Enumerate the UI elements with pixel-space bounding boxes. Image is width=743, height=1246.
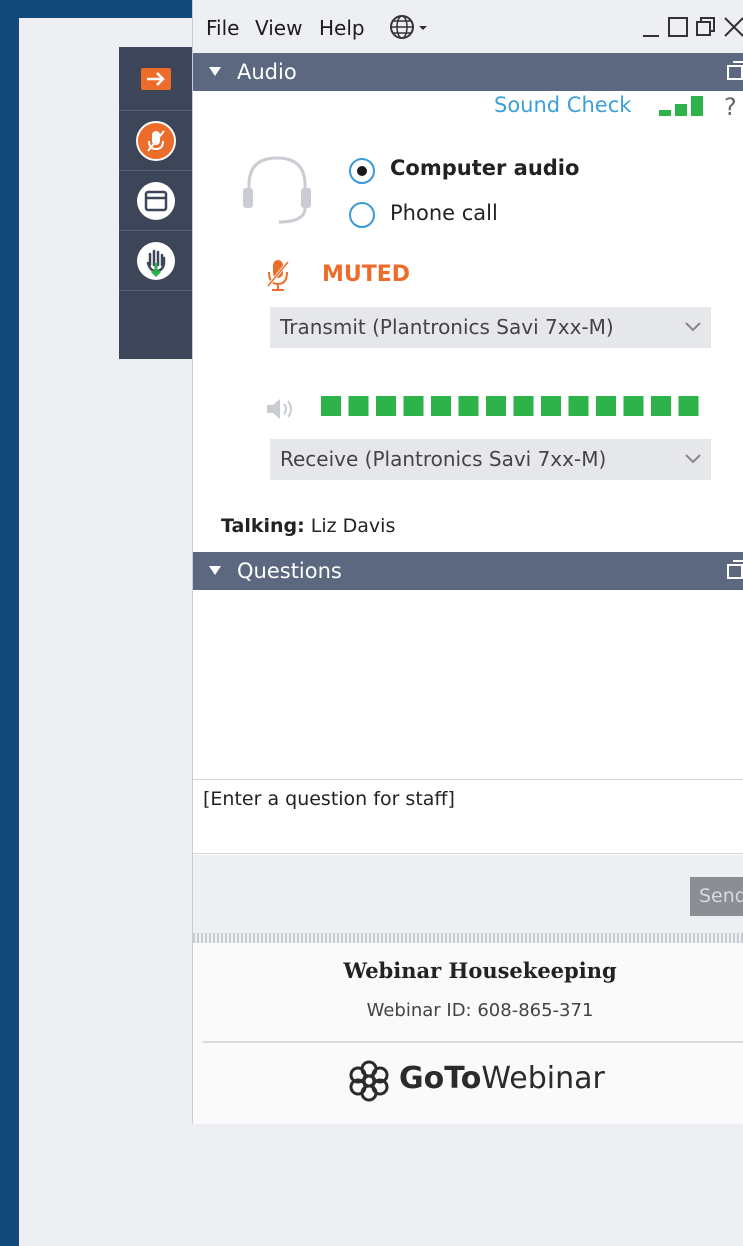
talking-name: Liz Davis xyxy=(310,515,396,537)
level-segment xyxy=(321,396,341,416)
gotowebinar-logo-icon xyxy=(349,1060,389,1102)
speaker-select[interactable]: Receive (Plantronics Savi 7xx-M) xyxy=(270,439,711,480)
collapse-panel-button[interactable] xyxy=(119,47,192,111)
phone-call-label[interactable]: Phone call xyxy=(390,201,498,225)
speaker-icon xyxy=(267,399,292,419)
arrow-right-icon xyxy=(140,67,171,90)
level-segment xyxy=(596,396,616,416)
microphone-select[interactable]: Transmit (Plantronics Savi 7xx-M) xyxy=(270,307,711,348)
send-button[interactable]: Send xyxy=(690,877,743,916)
menu-view[interactable]: View xyxy=(255,16,302,40)
signal-strength-icon xyxy=(659,96,703,116)
level-segment xyxy=(513,396,534,416)
questions-log xyxy=(193,590,743,778)
level-segment xyxy=(568,396,589,416)
sound-check-link[interactable]: Sound Check xyxy=(494,93,631,117)
control-toolbar xyxy=(119,47,192,359)
level-segment xyxy=(376,396,396,416)
resize-grip[interactable] xyxy=(193,933,743,943)
audio-help-button[interactable]: ? xyxy=(724,93,737,121)
questions-header-label: Questions xyxy=(237,559,342,583)
question-input[interactable]: [Enter a question for staff] xyxy=(193,779,743,854)
level-segment xyxy=(486,396,506,416)
raise-hand-button[interactable] xyxy=(119,231,192,291)
muted-mic-icon xyxy=(135,120,176,161)
close-icon[interactable] xyxy=(724,17,743,37)
chevron-down-icon xyxy=(685,454,701,464)
level-segment xyxy=(651,396,671,416)
talking-indicator: Talking: Liz Davis xyxy=(221,515,395,537)
footer-divider xyxy=(203,1041,743,1043)
brand-bold: GoTo xyxy=(399,1061,482,1096)
gotowebinar-wordmark: GoToWebinar xyxy=(399,1061,605,1096)
level-segment xyxy=(458,396,479,416)
muted-mic-icon[interactable] xyxy=(266,258,290,292)
screen-viewer-button[interactable] xyxy=(119,171,192,231)
webinar-id: Webinar ID: 608-865-371 xyxy=(366,1000,594,1021)
popout-icon[interactable] xyxy=(727,560,743,580)
mute-toggle-button[interactable] xyxy=(119,111,192,171)
menu-bar: File View Help xyxy=(193,0,743,53)
brand-light: Webinar xyxy=(481,1061,605,1096)
gotowebinar-control-panel: File View Help Audio Sound Check ? Compu… xyxy=(192,0,743,1124)
talking-label: Talking: xyxy=(221,515,305,537)
level-segment xyxy=(541,396,561,416)
window-controls xyxy=(643,17,743,37)
popout-icon[interactable] xyxy=(727,61,743,81)
collapse-triangle-icon xyxy=(209,67,221,76)
level-segment xyxy=(678,396,699,416)
menu-help[interactable]: Help xyxy=(319,16,365,40)
speaker-select-value: Receive (Plantronics Savi 7xx-M) xyxy=(280,447,607,471)
window-icon xyxy=(136,181,175,220)
computer-audio-label[interactable]: Computer audio xyxy=(390,156,579,180)
menu-file[interactable]: File xyxy=(206,16,239,40)
language-globe-icon[interactable] xyxy=(389,14,433,40)
chevron-down-icon xyxy=(685,322,701,332)
audio-header-label: Audio xyxy=(237,60,297,84)
mute-status-label: MUTED xyxy=(322,262,411,287)
restore-icon[interactable] xyxy=(696,17,715,36)
send-area xyxy=(193,855,743,933)
microphone-select-value: Transmit (Plantronics Savi 7xx-M) xyxy=(280,315,614,339)
audio-section-header[interactable]: Audio xyxy=(193,53,743,91)
speaker-level-meter xyxy=(321,396,699,416)
level-segment xyxy=(623,396,644,416)
phone-call-radio[interactable] xyxy=(349,202,375,228)
level-segment xyxy=(348,396,369,416)
questions-section-header[interactable]: Questions xyxy=(193,552,743,590)
level-segment xyxy=(403,396,424,416)
computer-audio-radio[interactable] xyxy=(349,158,375,184)
raise-hand-icon xyxy=(136,241,175,280)
headset-icon xyxy=(243,156,311,224)
maximize-icon[interactable] xyxy=(668,17,688,37)
webinar-title: Webinar Housekeeping xyxy=(343,958,617,983)
level-segment xyxy=(431,396,451,416)
collapse-triangle-icon xyxy=(209,566,221,575)
